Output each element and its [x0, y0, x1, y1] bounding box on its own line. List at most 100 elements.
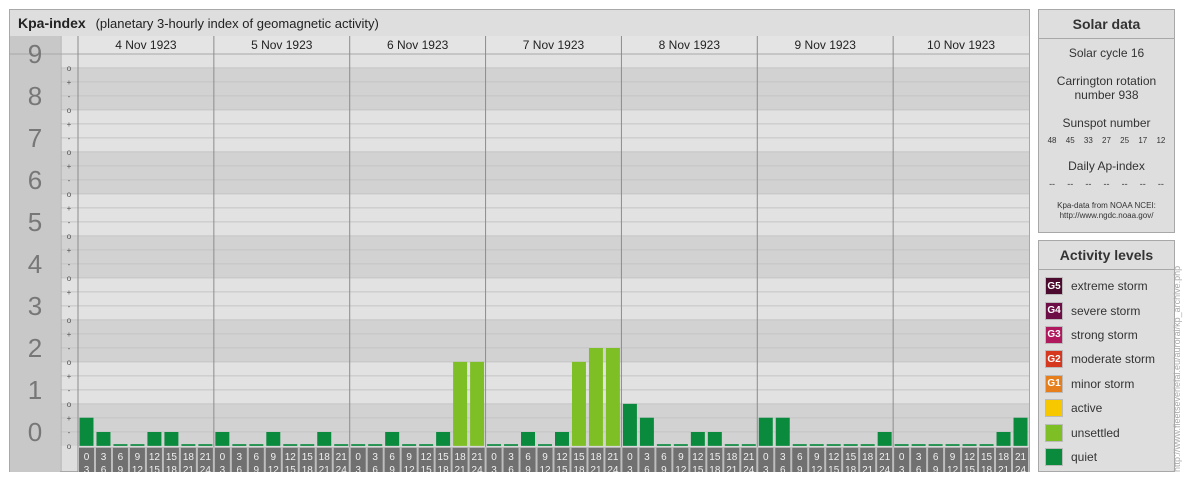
hour-start-label: 21 [607, 452, 619, 463]
kp-bar [232, 444, 247, 446]
activity-level-label: unsettled [1071, 425, 1120, 440]
sunspot-value: 27 [1102, 136, 1111, 145]
y-sub-label: o [67, 442, 72, 451]
hour-start-label: 15 [438, 452, 450, 463]
activity-levels-title: Activity levels [1039, 241, 1174, 270]
hour-end-label: 24 [743, 465, 755, 472]
activity-level-label: quiet [1071, 449, 1098, 464]
y-sub-label: - [68, 218, 71, 227]
hour-start-label: 15 [302, 452, 314, 463]
level-band [78, 109, 1029, 152]
hour-start-label: 18 [455, 452, 467, 463]
hour-start-label: 12 [964, 452, 976, 463]
hour-end-label: 9 [797, 465, 803, 472]
hour-start-label: 15 [166, 452, 178, 463]
hour-end-label: 21 [590, 465, 602, 472]
hour-start-label: 6 [389, 452, 395, 463]
hour-end-label: 6 [508, 465, 514, 472]
kp-bar [724, 444, 739, 446]
day-label: 10 Nov 1923 [927, 38, 995, 52]
level-band [78, 54, 1029, 68]
hour-start-label: 9 [814, 452, 820, 463]
y-level-label: 0 [28, 417, 42, 447]
sublabel-band [61, 277, 78, 320]
activity-level-item: active [1039, 396, 1174, 420]
hour-end-label: 12 [811, 465, 823, 472]
level-band [78, 193, 1029, 236]
kp-bar [792, 444, 807, 446]
hour-start-label: 0 [355, 452, 361, 463]
hour-start-label: 18 [998, 452, 1010, 463]
hour-end-label: 6 [916, 465, 922, 472]
hour-start-label: 9 [950, 452, 956, 463]
day-label: 8 Nov 1923 [659, 38, 721, 52]
chart-subtitle: (planetary 3-hourly index of geomagnetic… [95, 16, 379, 31]
hour-end-label: 15 [828, 465, 840, 472]
kp-bar [538, 444, 552, 446]
kp-bar [181, 444, 196, 446]
hour-end-label: 3 [627, 465, 633, 472]
y-sub-label: - [68, 176, 71, 185]
kp-bar [351, 444, 366, 446]
activity-level-item: quiet [1039, 445, 1174, 469]
hour-start-label: 18 [319, 452, 331, 463]
kp-bar [79, 417, 94, 446]
hour-start-label: 12 [556, 452, 568, 463]
hour-end-label: 3 [899, 465, 905, 472]
y-sub-label: + [67, 120, 72, 129]
activity-level-item: G5 extreme storm [1039, 274, 1174, 298]
y-sub-label: - [68, 386, 71, 395]
activity-level-item: G4 severe storm [1039, 298, 1174, 322]
kp-bar [911, 444, 926, 446]
kp-bar [741, 444, 756, 446]
activity-level-swatch: G5 [1045, 277, 1063, 296]
kp-bar [843, 444, 858, 446]
kp-bar [249, 444, 264, 446]
credit-line2: http://www.ngdc.noaa.gov/ [1059, 211, 1154, 220]
kp-bar [147, 432, 162, 446]
y-sub-label: - [68, 134, 71, 143]
hour-end-label: 15 [149, 465, 161, 472]
sublabel-band [61, 319, 78, 362]
level-band [78, 319, 1029, 362]
y-sub-label: - [68, 302, 71, 311]
hour-start-label: 3 [237, 452, 243, 463]
hour-start-label: 12 [828, 452, 840, 463]
activity-level-list: G5 extreme storm G4 severe storm G3 strong st… [1039, 270, 1174, 469]
hour-end-label: 9 [389, 465, 395, 472]
kp-bar [334, 444, 349, 446]
kp-bar [758, 417, 773, 446]
activity-level-label: severe storm [1071, 303, 1141, 318]
activity-level-swatch: G3 [1045, 325, 1063, 344]
activity-level-swatch [1045, 423, 1063, 442]
day-label: 7 Nov 1923 [523, 38, 585, 52]
activity-level-swatch [1045, 447, 1063, 466]
kp-bar [894, 444, 909, 446]
activity-level-label: extreme storm [1071, 279, 1148, 294]
kp-bar [215, 432, 230, 446]
y-level-label: 6 [28, 165, 42, 195]
day-label: 9 Nov 1923 [795, 38, 857, 52]
chart-header: Kpa-index (planetary 3-hourly index of g… [10, 10, 1029, 36]
hour-end-label: 24 [200, 465, 212, 472]
activity-level-label: moderate storm [1071, 352, 1156, 367]
vertical-credit: http://www.fleetseveriefal.eu/auroral/kp… [1172, 265, 1182, 472]
kp-bar [979, 444, 994, 446]
hour-end-label: 21 [862, 465, 874, 472]
kp-bar [113, 444, 128, 446]
solar-data-panel: Solar data Solar cycle 16 Carrington rot… [1038, 9, 1175, 233]
carrington-line1: Carrington rotation [1056, 74, 1157, 88]
kp-bar [368, 444, 383, 446]
ap-value: -- [1157, 179, 1164, 189]
kp-bar [555, 432, 569, 446]
y-sub-label: - [68, 428, 71, 437]
hour-start-label: 0 [627, 452, 633, 463]
credit-line1: Kpa-data from NOAA NCEI: [1057, 201, 1156, 210]
kpa-chart-panel: Kpa-index (planetary 3-hourly index of g… [9, 9, 1030, 472]
kp-bar [419, 444, 434, 446]
hour-end-label: 18 [302, 465, 314, 472]
level-band [78, 151, 1029, 194]
y-sub-label: o [67, 274, 72, 283]
hour-start-label: 18 [726, 452, 738, 463]
activity-levels-panel: Activity levels G5 extreme storm G4 severe … [1038, 240, 1175, 472]
